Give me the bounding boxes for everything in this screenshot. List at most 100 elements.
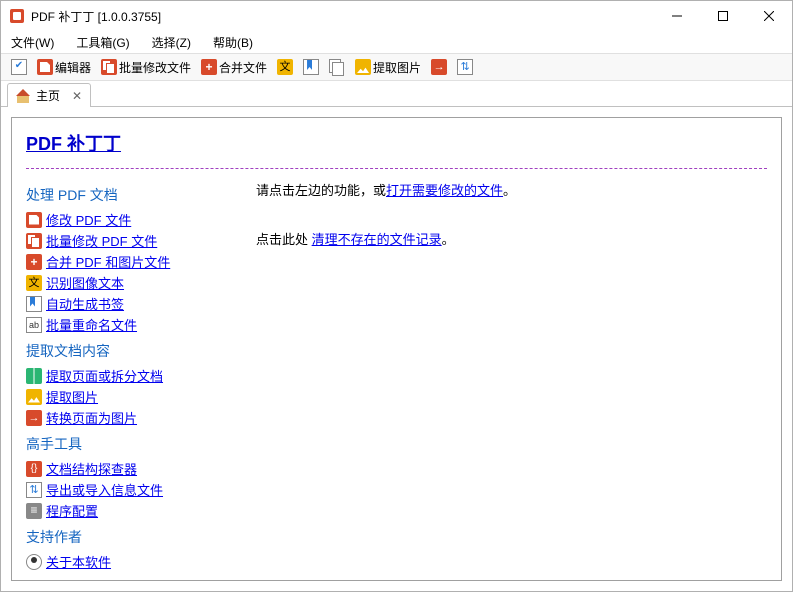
link-list: 关于本软件 — [26, 551, 236, 572]
menubar: 文件(W) 工具箱(G) 选择(Z) 帮助(B) — [1, 31, 792, 53]
list-item: 文档结构探查器 — [26, 458, 236, 479]
text: 点击此处 — [256, 232, 312, 247]
toolbar-editor-button[interactable]: 编辑器 — [33, 57, 95, 78]
menu-file[interactable]: 文件(W) — [7, 32, 58, 53]
menu-select[interactable]: 选择(Z) — [148, 32, 195, 53]
toolbar-bookmark-button[interactable] — [299, 57, 323, 77]
list-item: 关于本软件 — [26, 551, 236, 572]
bookmark-icon — [303, 59, 319, 75]
maximize-icon — [718, 11, 728, 21]
function-link[interactable]: 识别图像文本 — [46, 273, 124, 292]
function-link[interactable]: 修改 PDF 文件 — [46, 210, 131, 229]
app-window: PDF 补丁丁 [1.0.0.3755] 文件(W) 工具箱(G) 选择(Z) … — [0, 0, 793, 592]
list-item: 批量重命名文件 — [26, 314, 236, 335]
app-icon — [9, 8, 25, 24]
extract-img-icon — [355, 59, 371, 75]
content-area: PDF 补丁丁 处理 PDF 文档修改 PDF 文件批量修改 PDF 文件合并 … — [1, 107, 792, 591]
function-link[interactable]: 自动生成书签 — [46, 294, 124, 313]
function-link[interactable]: 转换页面为图片 — [46, 408, 137, 427]
link-list: 提取页面或拆分文档提取图片转换页面为图片 — [26, 365, 236, 428]
function-link[interactable]: 程序配置 — [46, 501, 98, 520]
function-link[interactable]: 提取图片 — [46, 387, 98, 406]
convert-icon — [431, 59, 447, 75]
function-link[interactable]: 文档结构探查器 — [46, 459, 137, 478]
text: 。 — [503, 183, 516, 198]
item-icon — [26, 317, 42, 333]
tabstrip: 主页 ✕ — [1, 81, 792, 107]
list-item: 识别图像文本 — [26, 272, 236, 293]
list-item: 程序配置 — [26, 500, 236, 521]
toolbar-label: 提取图片 — [373, 59, 421, 76]
menu-toolbox[interactable]: 工具箱(G) — [72, 32, 133, 53]
toolbar-convert-button[interactable] — [427, 57, 451, 77]
toolbar-merge-button[interactable]: 合并文件 — [197, 57, 271, 78]
ocr-icon — [277, 59, 293, 75]
section-title: 支持作者 — [26, 527, 236, 547]
toolbar-copy-button[interactable] — [325, 57, 349, 77]
toolbar-label: 批量修改文件 — [119, 59, 191, 76]
close-icon — [764, 11, 774, 21]
toolbar-export-button[interactable] — [453, 57, 477, 77]
section-title: 提取文档内容 — [26, 341, 236, 361]
function-link[interactable]: 提取页面或拆分文档 — [46, 366, 163, 385]
item-icon — [26, 410, 42, 426]
function-link[interactable]: 合并 PDF 和图片文件 — [46, 252, 170, 271]
maximize-button[interactable] — [700, 1, 746, 31]
toolbar-label: 合并文件 — [219, 59, 267, 76]
copy-icon — [329, 59, 345, 75]
list-item: 自动生成书签 — [26, 293, 236, 314]
link-list: 修改 PDF 文件批量修改 PDF 文件合并 PDF 和图片文件识别图像文本自动… — [26, 209, 236, 335]
minimize-button[interactable] — [654, 1, 700, 31]
list-item: 转换页面为图片 — [26, 407, 236, 428]
function-link[interactable]: 导出或导入信息文件 — [46, 480, 163, 499]
item-icon — [26, 389, 42, 405]
menu-help[interactable]: 帮助(B) — [209, 32, 257, 53]
page-title[interactable]: PDF 补丁丁 — [26, 130, 121, 156]
item-icon — [26, 482, 42, 498]
section-title: 处理 PDF 文档 — [26, 185, 236, 205]
text: 请点击左边的功能，或 — [256, 183, 386, 198]
check-icon — [11, 59, 27, 75]
item-icon — [26, 296, 42, 312]
titlebar: PDF 补丁丁 [1.0.0.3755] — [1, 1, 792, 31]
item-icon — [26, 554, 42, 570]
item-icon — [26, 233, 42, 249]
minimize-icon — [672, 11, 682, 21]
toolbar-ocr-button[interactable] — [273, 57, 297, 77]
toolbar-check-button[interactable] — [7, 57, 31, 77]
divider — [26, 168, 767, 169]
window-title: PDF 补丁丁 [1.0.0.3755] — [31, 8, 161, 25]
close-button[interactable] — [746, 1, 792, 31]
welcome-text: 请点击左边的功能，或打开需要修改的文件。 点击此处 清理不存在的文件记录。 — [256, 179, 767, 572]
item-icon — [26, 254, 42, 270]
list-item: 批量修改 PDF 文件 — [26, 230, 236, 251]
item-icon — [26, 461, 42, 477]
function-link[interactable]: 关于本软件 — [46, 552, 111, 571]
item-icon — [26, 212, 42, 228]
text: 。 — [442, 232, 455, 247]
function-link[interactable]: 批量修改 PDF 文件 — [46, 231, 157, 250]
item-icon — [26, 368, 42, 384]
batch-icon — [101, 59, 117, 75]
merge-icon — [201, 59, 217, 75]
editor-icon — [37, 59, 53, 75]
toolbar-extract-img-button[interactable]: 提取图片 — [351, 57, 425, 78]
tab-close-button[interactable]: ✕ — [72, 89, 82, 103]
section-title: 高手工具 — [26, 434, 236, 454]
list-item: 提取图片 — [26, 386, 236, 407]
toolbar-label: 编辑器 — [55, 59, 91, 76]
tab-home[interactable]: 主页 ✕ — [7, 83, 91, 107]
link-list: 文档结构探查器导出或导入信息文件程序配置 — [26, 458, 236, 521]
function-list: 处理 PDF 文档修改 PDF 文件批量修改 PDF 文件合并 PDF 和图片文… — [26, 179, 236, 572]
list-item: 修改 PDF 文件 — [26, 209, 236, 230]
item-icon — [26, 275, 42, 291]
cleanup-link[interactable]: 清理不存在的文件记录 — [312, 232, 442, 247]
function-link[interactable]: 批量重命名文件 — [46, 315, 137, 334]
list-item: 导出或导入信息文件 — [26, 479, 236, 500]
item-icon — [26, 503, 42, 519]
tab-label: 主页 — [36, 87, 60, 104]
list-item: 提取页面或拆分文档 — [26, 365, 236, 386]
open-file-link[interactable]: 打开需要修改的文件 — [386, 183, 503, 198]
toolbar-batch-button[interactable]: 批量修改文件 — [97, 57, 195, 78]
home-page: PDF 补丁丁 处理 PDF 文档修改 PDF 文件批量修改 PDF 文件合并 … — [11, 117, 782, 581]
